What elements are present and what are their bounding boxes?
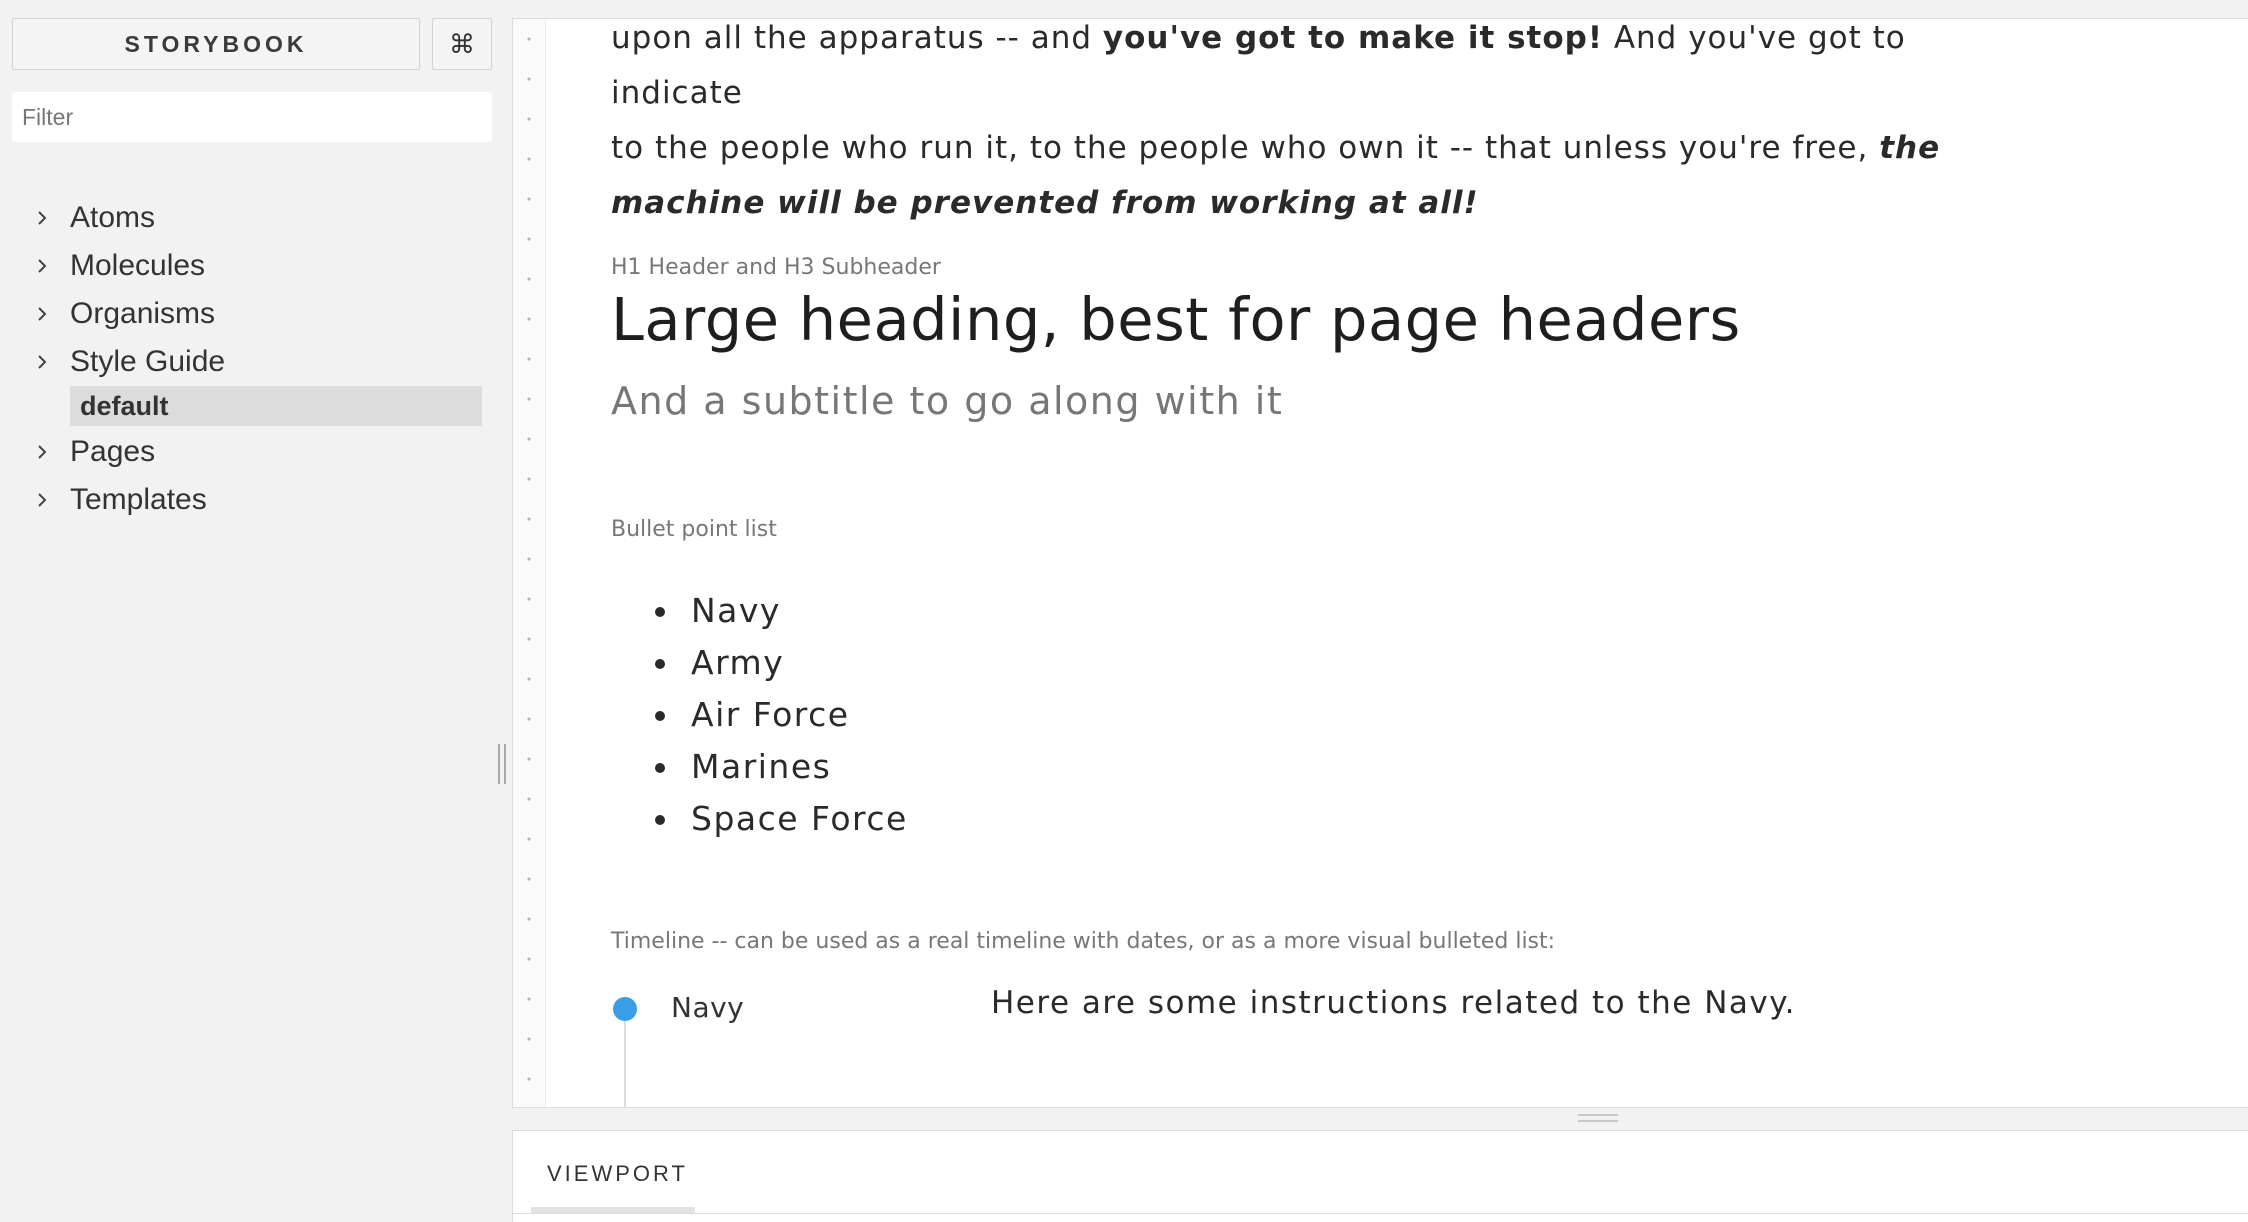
timeline-dot: [613, 997, 637, 1021]
timeline-entry-title: Navy: [671, 991, 745, 1024]
quote-paragraph: upon all the apparatus -- and you've got…: [611, 19, 2031, 231]
paragraph-bold: you've got to make it stop!: [1102, 20, 1603, 56]
tree-item-pages[interactable]: Pages: [34, 430, 155, 474]
chevron-right-icon: [34, 354, 70, 370]
section-label-headers: H1 Header and H3 Subheader: [611, 255, 941, 280]
list-item: Marines: [611, 741, 908, 793]
paragraph-bold-italic: machine will be prevented from working a…: [611, 185, 1479, 221]
bullet-list: Navy Army Air Force Marines Space Force: [611, 585, 908, 845]
story-default-selected[interactable]: default: [70, 386, 482, 426]
tree-item-label: Molecules: [70, 249, 206, 282]
chevron-right-icon: [34, 444, 70, 460]
chevron-right-icon: [34, 492, 70, 508]
tab-viewport[interactable]: VIEWPORT: [547, 1161, 688, 1187]
sidebar-resize-handle[interactable]: [498, 744, 506, 784]
section-label-timeline: Timeline -- can be used as a real timeli…: [611, 929, 1556, 954]
timeline-entry-text: Here are some instructions related to th…: [991, 985, 1797, 1021]
tree-item-atoms[interactable]: Atoms: [34, 196, 155, 240]
command-icon: ⌘: [449, 28, 475, 59]
timeline-line: [624, 1021, 626, 1107]
tree-item-label: Atoms: [70, 201, 156, 234]
preview-ruler: [513, 19, 546, 1107]
list-item: Army: [611, 637, 908, 689]
storybook-brand-link[interactable]: STORYBOOK: [12, 18, 420, 70]
preview-canvas: upon all the apparatus -- and you've got…: [512, 18, 2248, 1108]
list-item: Navy: [611, 585, 908, 637]
tree-item-molecules[interactable]: Molecules: [34, 244, 205, 288]
addons-panel: VIEWPORT: [512, 1130, 2248, 1222]
list-item: Air Force: [611, 689, 908, 741]
keyboard-shortcuts-button[interactable]: ⌘: [432, 18, 492, 70]
tree-item-label: Templates: [70, 483, 207, 516]
tree-item-label: Style Guide: [70, 345, 226, 378]
tree-item-style-guide[interactable]: Style Guide: [34, 340, 225, 384]
chevron-right-icon: [34, 258, 70, 274]
chevron-right-icon: [34, 306, 70, 322]
tree-item-label: Pages: [70, 435, 156, 468]
h1-heading: Large heading, best for page headers: [611, 285, 1741, 354]
h3-subheading: And a subtitle to go along with it: [611, 379, 1284, 423]
list-item: Space Force: [611, 793, 908, 845]
addons-panel-resize-handle[interactable]: [1578, 1114, 1618, 1122]
paragraph-bold-italic: the: [1879, 130, 1941, 166]
paragraph-text: upon all the apparatus -- and: [611, 20, 1103, 56]
sidebar: STORYBOOK ⌘ Atoms Molecules Organisms St…: [0, 0, 512, 1222]
tree-item-templates[interactable]: Templates: [34, 478, 207, 522]
section-label-bullets: Bullet point list: [611, 517, 777, 542]
paragraph-text: to the people who run it, to the people …: [611, 130, 1880, 166]
tree-item-organisms[interactable]: Organisms: [34, 292, 215, 336]
chevron-right-icon: [34, 210, 70, 226]
addons-divider: [513, 1213, 2248, 1214]
filter-input[interactable]: [12, 92, 492, 142]
tree-item-label: Organisms: [70, 297, 216, 330]
